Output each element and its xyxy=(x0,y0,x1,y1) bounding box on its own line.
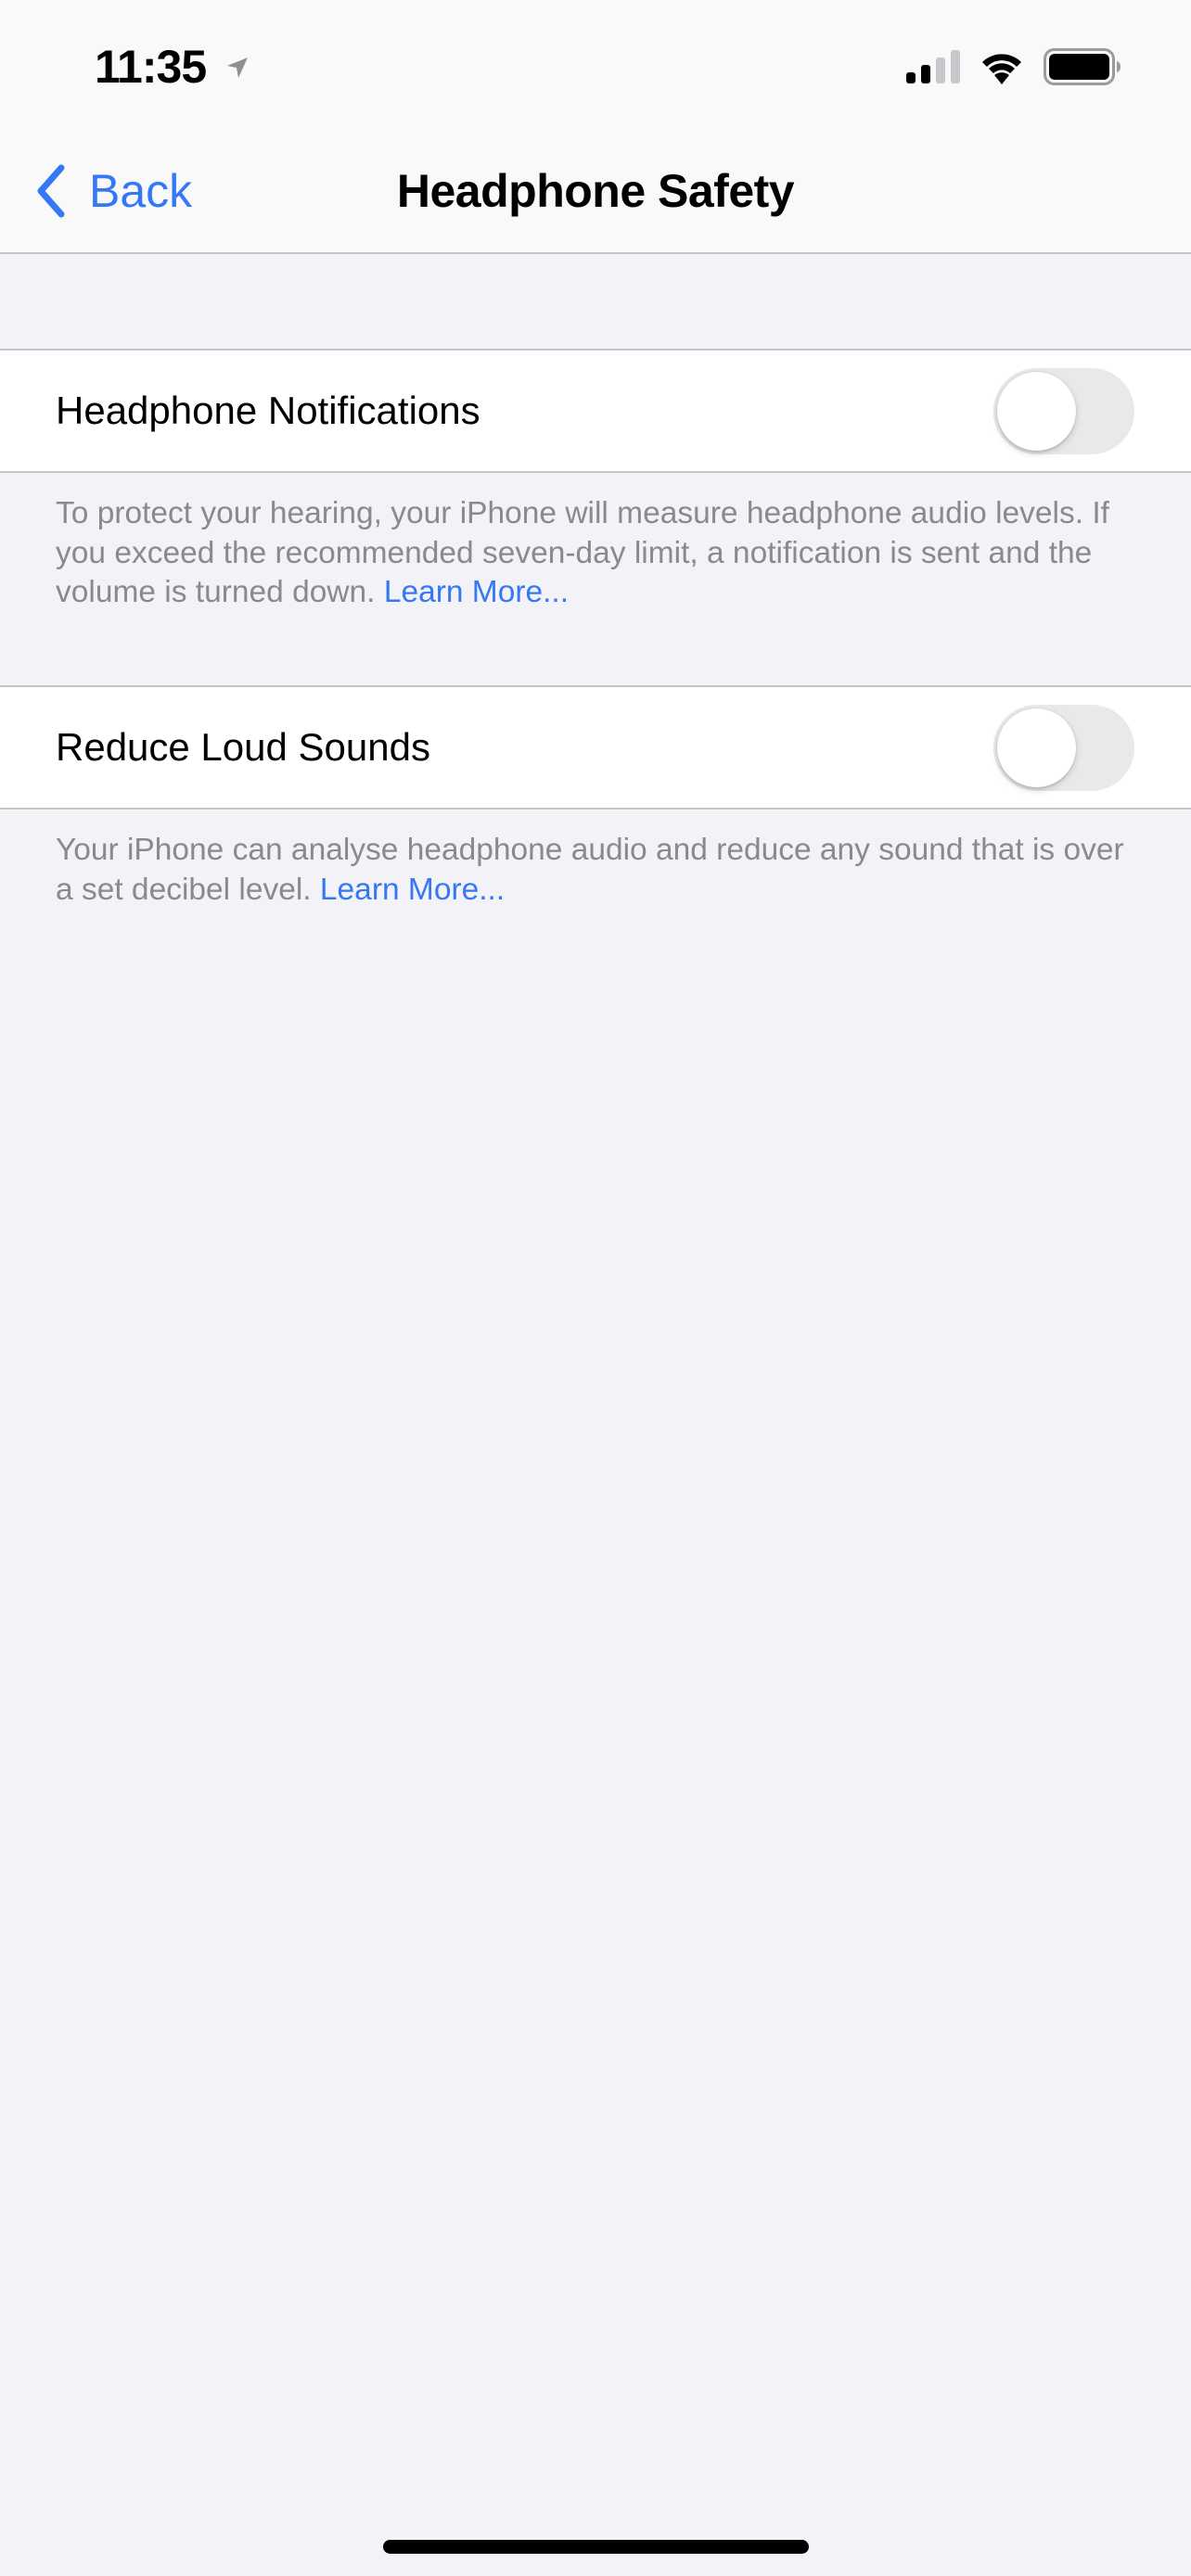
wifi-icon xyxy=(982,54,1021,84)
learn-more-link[interactable]: Learn More... xyxy=(384,575,569,609)
reduce-loud-sounds-toggle[interactable] xyxy=(993,705,1134,791)
location-arrow-icon xyxy=(227,57,248,78)
reduce-loud-sounds-row: Reduce Loud Sounds xyxy=(0,687,1191,808)
learn-more-link[interactable]: Learn More... xyxy=(320,873,505,907)
headphone-notifications-toggle[interactable] xyxy=(993,368,1134,454)
footer-description: Your iPhone can analyse headphone audio … xyxy=(56,833,1124,907)
page-title: Headphone Safety xyxy=(396,165,795,217)
navigation-bar: Back Headphone Safety xyxy=(0,130,1191,254)
headphone-notifications-label: Headphone Notifications xyxy=(56,389,480,432)
cellular-signal-icon xyxy=(906,50,960,83)
status-bar: 11:35 xyxy=(0,0,1191,130)
toggle-knob xyxy=(997,372,1076,451)
headphone-notifications-group: Headphone Notifications xyxy=(0,349,1191,473)
battery-icon xyxy=(1044,48,1121,85)
status-time: 11:35 xyxy=(95,41,207,93)
reduce-loud-sounds-group: Reduce Loud Sounds xyxy=(0,685,1191,810)
headphone-notifications-footer: To protect your hearing, your iPhone wil… xyxy=(56,494,1141,613)
home-indicator[interactable] xyxy=(383,2540,809,2554)
toggle-knob xyxy=(997,708,1076,787)
reduce-loud-sounds-label: Reduce Loud Sounds xyxy=(56,725,430,769)
footer-description: To protect your hearing, your iPhone wil… xyxy=(56,496,1109,609)
headphone-notifications-row: Headphone Notifications xyxy=(0,351,1191,471)
reduce-loud-sounds-footer: Your iPhone can analyse headphone audio … xyxy=(56,831,1141,910)
